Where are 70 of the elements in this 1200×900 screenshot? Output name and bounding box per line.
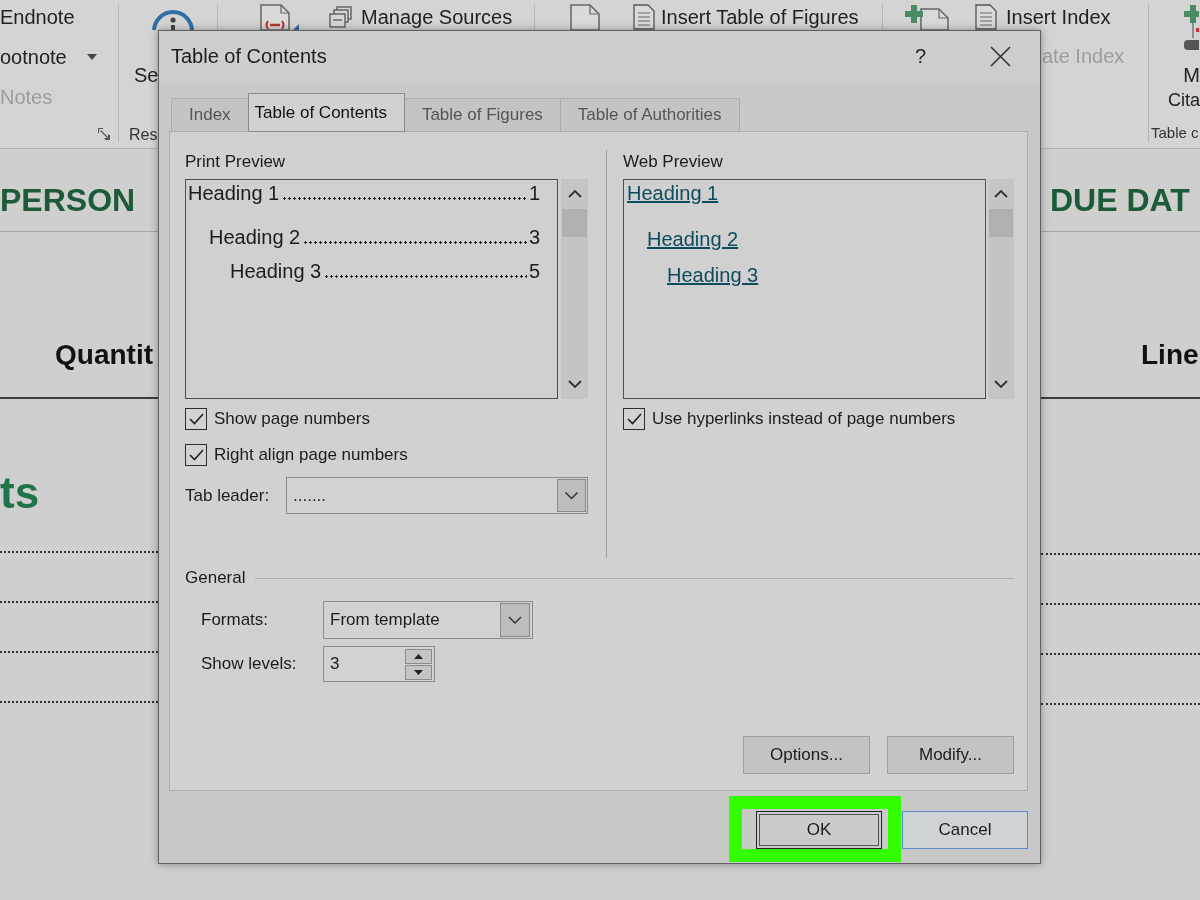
tab[interactable]: Index: [171, 98, 249, 131]
ribbon-command[interactable]: Se: [134, 63, 159, 87]
caret-down-icon[interactable]: [86, 54, 97, 60]
chevron-up-icon[interactable]: [994, 190, 1008, 198]
ribbon-group-label: Table c: [1151, 123, 1199, 143]
checkmark-icon: [188, 449, 204, 461]
dialog-button[interactable]: OK: [756, 811, 882, 849]
ribbon-command[interactable]: Insert Table of Figures: [661, 4, 859, 30]
checkbox[interactable]: [185, 444, 207, 466]
section-heading: ts: [0, 467, 41, 519]
ribbon-command[interactable]: M Cita: [1168, 63, 1200, 113]
ribbon-command[interactable]: ootnote: [0, 40, 67, 74]
toc-entry: Heading 2: [209, 225, 301, 250]
tab[interactable]: Table of Contents: [247, 93, 405, 132]
checkbox-label[interactable]: Right align page numbers: [214, 445, 408, 465]
checkbox[interactable]: [185, 408, 207, 430]
chevron-down-icon[interactable]: [994, 380, 1008, 388]
chevron-down-icon[interactable]: [567, 380, 582, 388]
add-document-icon[interactable]: [905, 4, 950, 30]
triangle-down-icon[interactable]: [405, 664, 432, 680]
field-label: Formats:: [201, 610, 270, 630]
expand-corner-icon[interactable]: [98, 128, 110, 140]
checkmark-icon: [626, 413, 642, 425]
header-text: PERSON: [0, 182, 136, 218]
ribbon-group-label: Res: [129, 125, 158, 145]
ribbon-command[interactable]: Endnote: [0, 0, 75, 34]
checkbox-label[interactable]: Use hyperlinks instead of page numbers: [652, 409, 956, 429]
stacked-documents-icon[interactable]: [329, 6, 353, 28]
tab[interactable]: Table of Authorities: [559, 98, 740, 131]
section-label: Web Preview: [623, 151, 723, 173]
column-label: Quantit: [55, 339, 153, 370]
field-label: Tab leader:: [185, 485, 271, 506]
close-icon[interactable]: [990, 45, 1011, 67]
dropdown[interactable]: From template: [323, 601, 533, 639]
document-lines-icon[interactable]: [633, 4, 655, 30]
group-label: General: [185, 568, 246, 588]
checkbox[interactable]: [623, 408, 645, 430]
field-label: Show levels:: [201, 654, 298, 674]
toc-entry: Heading 3: [230, 259, 322, 284]
dialog-button[interactable]: Options...: [743, 736, 870, 774]
tab[interactable]: Table of Figures: [403, 98, 561, 131]
page-number: 3: [528, 225, 540, 250]
document-lines-icon[interactable]: [975, 4, 997, 30]
toc-entry: Heading 1: [188, 181, 280, 206]
hyperlink[interactable]: Heading 3: [667, 264, 759, 286]
page-number: 1: [528, 181, 540, 206]
hyperlink[interactable]: Heading 2: [647, 228, 739, 250]
hyperlink[interactable]: Heading 1: [627, 182, 719, 204]
help-button[interactable]: ?: [914, 44, 926, 68]
scrollbar[interactable]: [561, 179, 588, 399]
dialog-title: Table of Contents: [171, 44, 328, 68]
triangle-up-icon[interactable]: [405, 648, 432, 664]
checkmark-icon: [188, 413, 204, 425]
header-text: DUE DAT: [1050, 182, 1190, 218]
dropdown[interactable]: .......: [286, 477, 588, 514]
ribbon-command[interactable]: Manage Sources: [361, 4, 513, 30]
section-label: Print Preview: [185, 151, 286, 173]
document-icon[interactable]: [568, 4, 603, 30]
dialog-button[interactable]: Cancel: [902, 811, 1028, 849]
dialog-button[interactable]: Modify...: [887, 736, 1014, 774]
checkbox-label[interactable]: Show page numbers: [214, 409, 370, 429]
plus-tag-icon[interactable]: [1184, 4, 1199, 50]
scrollbar-thumb[interactable]: [989, 209, 1013, 237]
chevron-up-icon[interactable]: [567, 190, 582, 198]
scrollbar-thumb[interactable]: [562, 209, 587, 237]
scrollbar[interactable]: [988, 179, 1014, 399]
column-label: Line: [1141, 339, 1199, 370]
ribbon-command[interactable]: Insert Index: [1006, 4, 1111, 30]
spin-box[interactable]: 3: [323, 646, 435, 682]
page-number: 5: [528, 259, 540, 284]
